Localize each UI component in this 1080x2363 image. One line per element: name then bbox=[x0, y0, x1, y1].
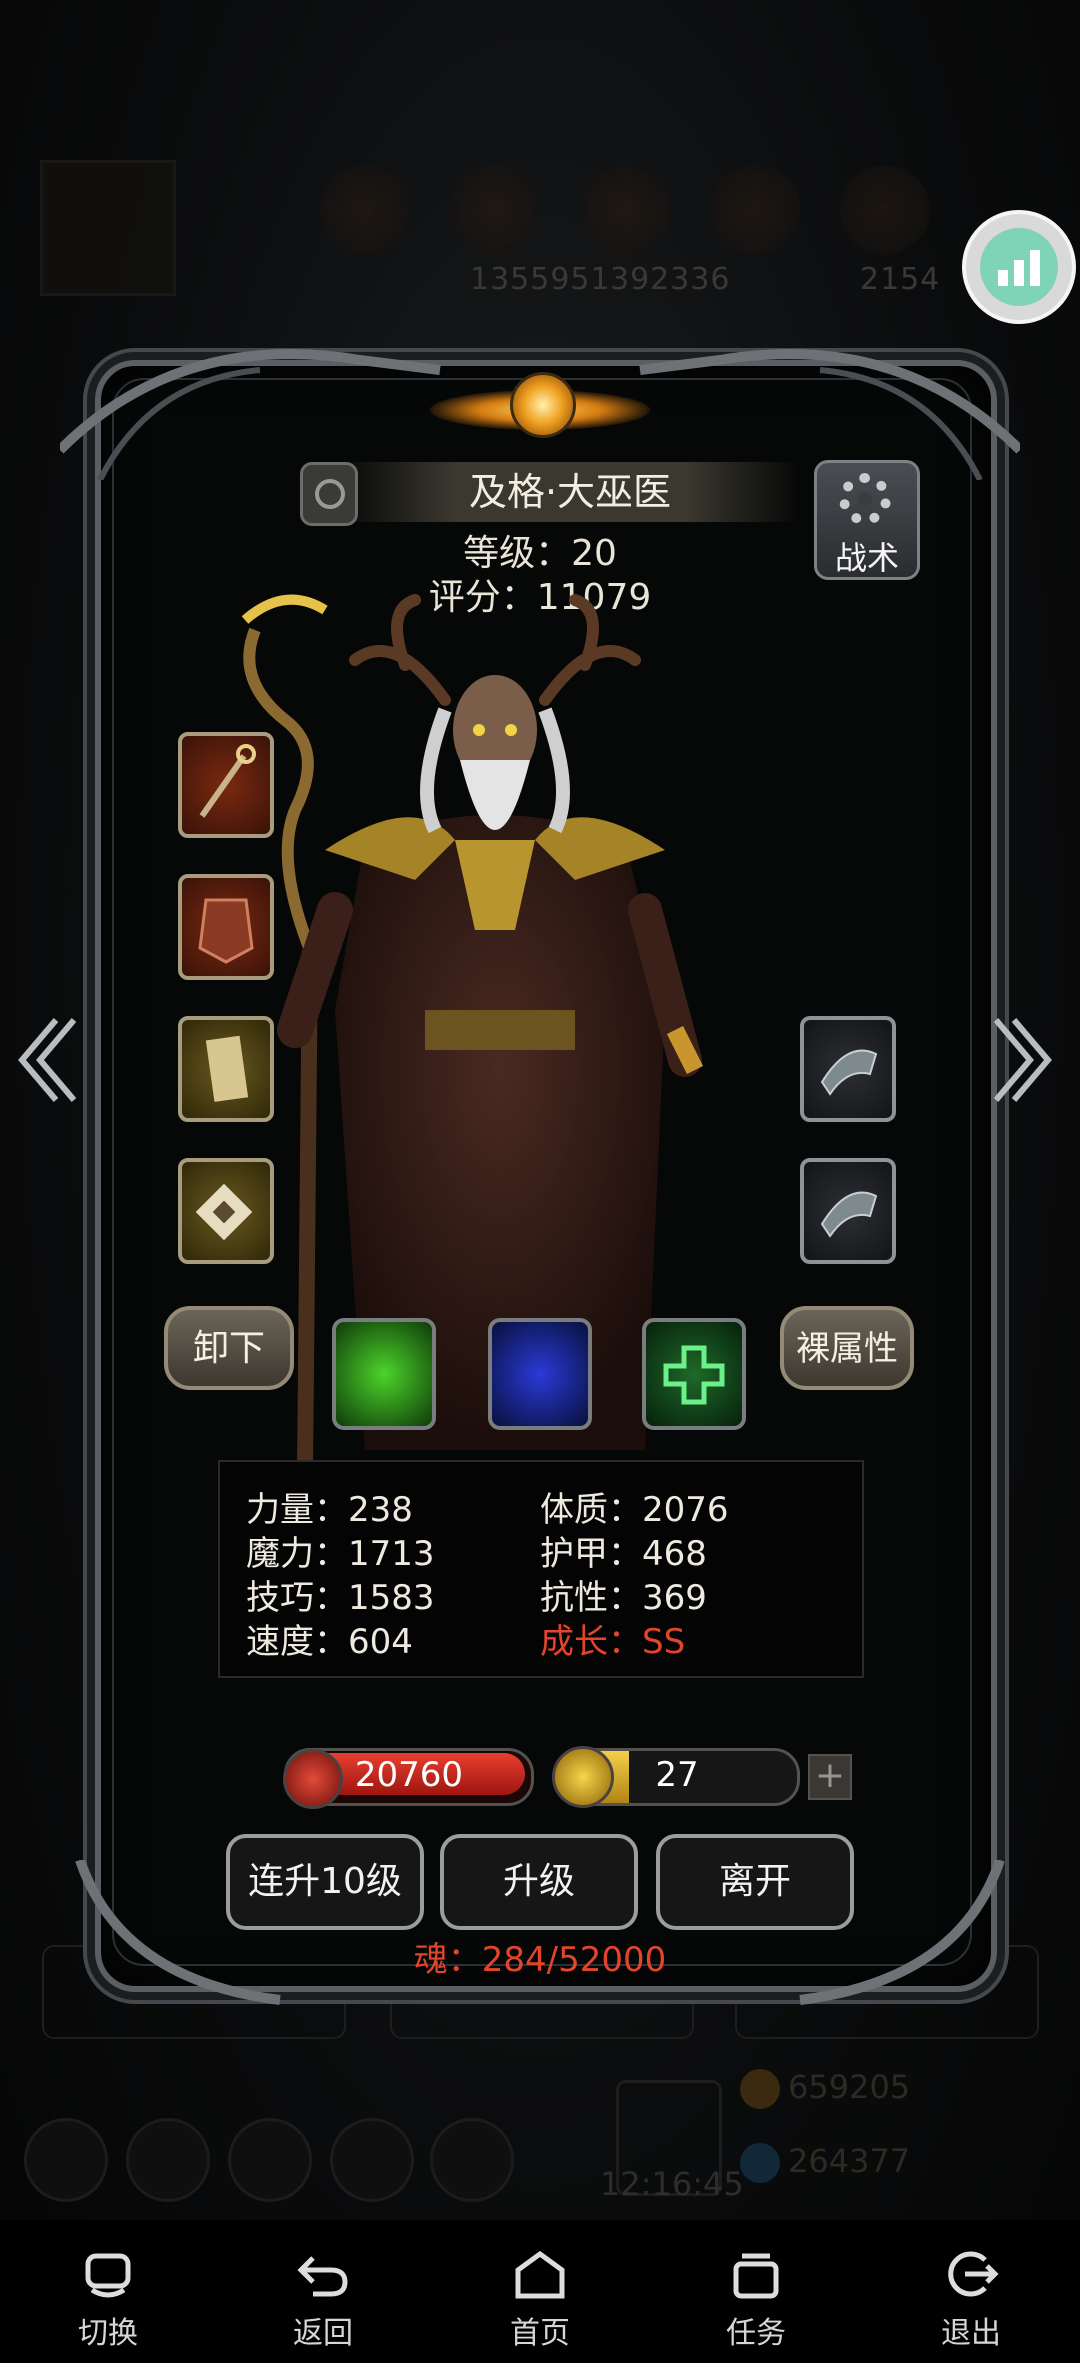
background-resource-value: 1355951 bbox=[470, 262, 611, 297]
background-menu-circle bbox=[126, 2118, 210, 2202]
stat-constitution: 体质：2076 bbox=[540, 1490, 729, 1530]
hp-bar: 20760 bbox=[283, 1748, 534, 1809]
nav-home[interactable]: 首页 bbox=[475, 2246, 605, 2352]
next-hero-arrow-icon[interactable] bbox=[994, 1010, 1054, 1110]
nav-label: 返回 bbox=[293, 2316, 353, 2351]
background-menu-circle bbox=[330, 2118, 414, 2202]
staff-icon bbox=[199, 744, 256, 818]
background-avatar bbox=[40, 160, 176, 296]
back-icon bbox=[297, 2256, 348, 2297]
accessory-slot-2[interactable] bbox=[800, 1158, 896, 1264]
nav-label: 切换 bbox=[78, 2316, 138, 2351]
stat-armor: 护甲：468 bbox=[540, 1534, 707, 1574]
skill-shadow-icon[interactable] bbox=[488, 1318, 592, 1430]
background-resource-icon bbox=[710, 165, 800, 255]
scroll-slot[interactable] bbox=[178, 1016, 274, 1122]
hero-name: 及格·大巫医 bbox=[468, 470, 672, 514]
armor-slot[interactable] bbox=[178, 874, 274, 980]
token-slot[interactable] bbox=[178, 1158, 274, 1264]
stat-growth: 成长：SS bbox=[540, 1622, 686, 1662]
stat-strength: 力量：238 bbox=[246, 1490, 413, 1530]
skill-nature-icon[interactable] bbox=[332, 1318, 436, 1430]
soul-counter: 魂：284/52000 bbox=[413, 1940, 667, 1980]
background-menu-circle bbox=[24, 2118, 108, 2202]
background-resource-value: 392336 bbox=[610, 262, 731, 297]
unequip-button[interactable]: 卸下 bbox=[164, 1306, 294, 1390]
tactics-label: 战术 bbox=[834, 539, 899, 577]
signal-bars-icon bbox=[998, 250, 1040, 286]
nav-exit[interactable]: 退出 bbox=[906, 2246, 1036, 2352]
stat-magic: 魔力：1713 bbox=[246, 1534, 435, 1574]
tactics-button[interactable]: 战术 bbox=[814, 460, 920, 580]
skill-heal-icon[interactable] bbox=[642, 1318, 746, 1430]
level-up-10-button[interactable]: 连升10级 bbox=[226, 1834, 424, 1930]
nav-label: 任务 bbox=[726, 2316, 786, 2351]
background-resource-icon bbox=[320, 165, 410, 255]
nav-back[interactable]: 返回 bbox=[258, 2246, 388, 2352]
weapon-slot[interactable] bbox=[178, 732, 274, 838]
hp-value: 20760 bbox=[354, 1755, 464, 1795]
stat-speed: 速度：604 bbox=[246, 1622, 413, 1662]
background-clock: 12:16:45 bbox=[600, 2165, 744, 2203]
system-navigation-bar: 切换 返回 首页 任务 退出 bbox=[0, 2220, 1080, 2363]
stat-skill: 技巧：1583 bbox=[246, 1578, 435, 1618]
plus-icon bbox=[663, 1345, 725, 1405]
rank-emblem bbox=[430, 360, 650, 460]
nav-label: 首页 bbox=[510, 2316, 570, 2351]
scroll-icon bbox=[205, 1035, 249, 1102]
background-menu-circle bbox=[430, 2118, 514, 2202]
floating-stats-button[interactable] bbox=[962, 210, 1076, 324]
home-icon bbox=[515, 2250, 565, 2299]
accessory-slot-1[interactable] bbox=[800, 1016, 896, 1122]
bracer-icon bbox=[820, 1191, 878, 1238]
switch-icon bbox=[85, 2253, 131, 2298]
background-resource-icon bbox=[840, 165, 930, 255]
background-resource-icon bbox=[580, 165, 670, 255]
gear-icon bbox=[839, 473, 891, 525]
lightning-icon bbox=[552, 1746, 614, 1808]
background-menu-circle bbox=[228, 2118, 312, 2202]
nav-switch[interactable]: 切换 bbox=[43, 2246, 173, 2352]
previous-hero-arrow-icon[interactable] bbox=[16, 1010, 76, 1110]
leave-button[interactable]: 离开 bbox=[656, 1834, 854, 1930]
bracer-icon bbox=[820, 1049, 878, 1096]
add-energy-button[interactable]: + bbox=[808, 1754, 852, 1800]
tasks-icon bbox=[733, 2253, 779, 2299]
background-gold-coins: 659205 bbox=[740, 2068, 910, 2109]
stat-resistance: 抗性：369 bbox=[540, 1578, 707, 1618]
background-resource-icon bbox=[450, 165, 540, 255]
nav-label: 退出 bbox=[941, 2316, 1001, 2351]
armor-icon bbox=[198, 898, 254, 964]
token-icon bbox=[195, 1183, 253, 1241]
level-up-button[interactable]: 升级 bbox=[440, 1834, 638, 1930]
base-attributes-button[interactable]: 裸属性 bbox=[780, 1306, 914, 1390]
background-resource-value: 2154 bbox=[860, 262, 941, 297]
background-gems: 264377 bbox=[740, 2142, 910, 2183]
nav-tasks[interactable]: 任务 bbox=[691, 2246, 821, 2352]
exit-icon bbox=[948, 2251, 999, 2297]
